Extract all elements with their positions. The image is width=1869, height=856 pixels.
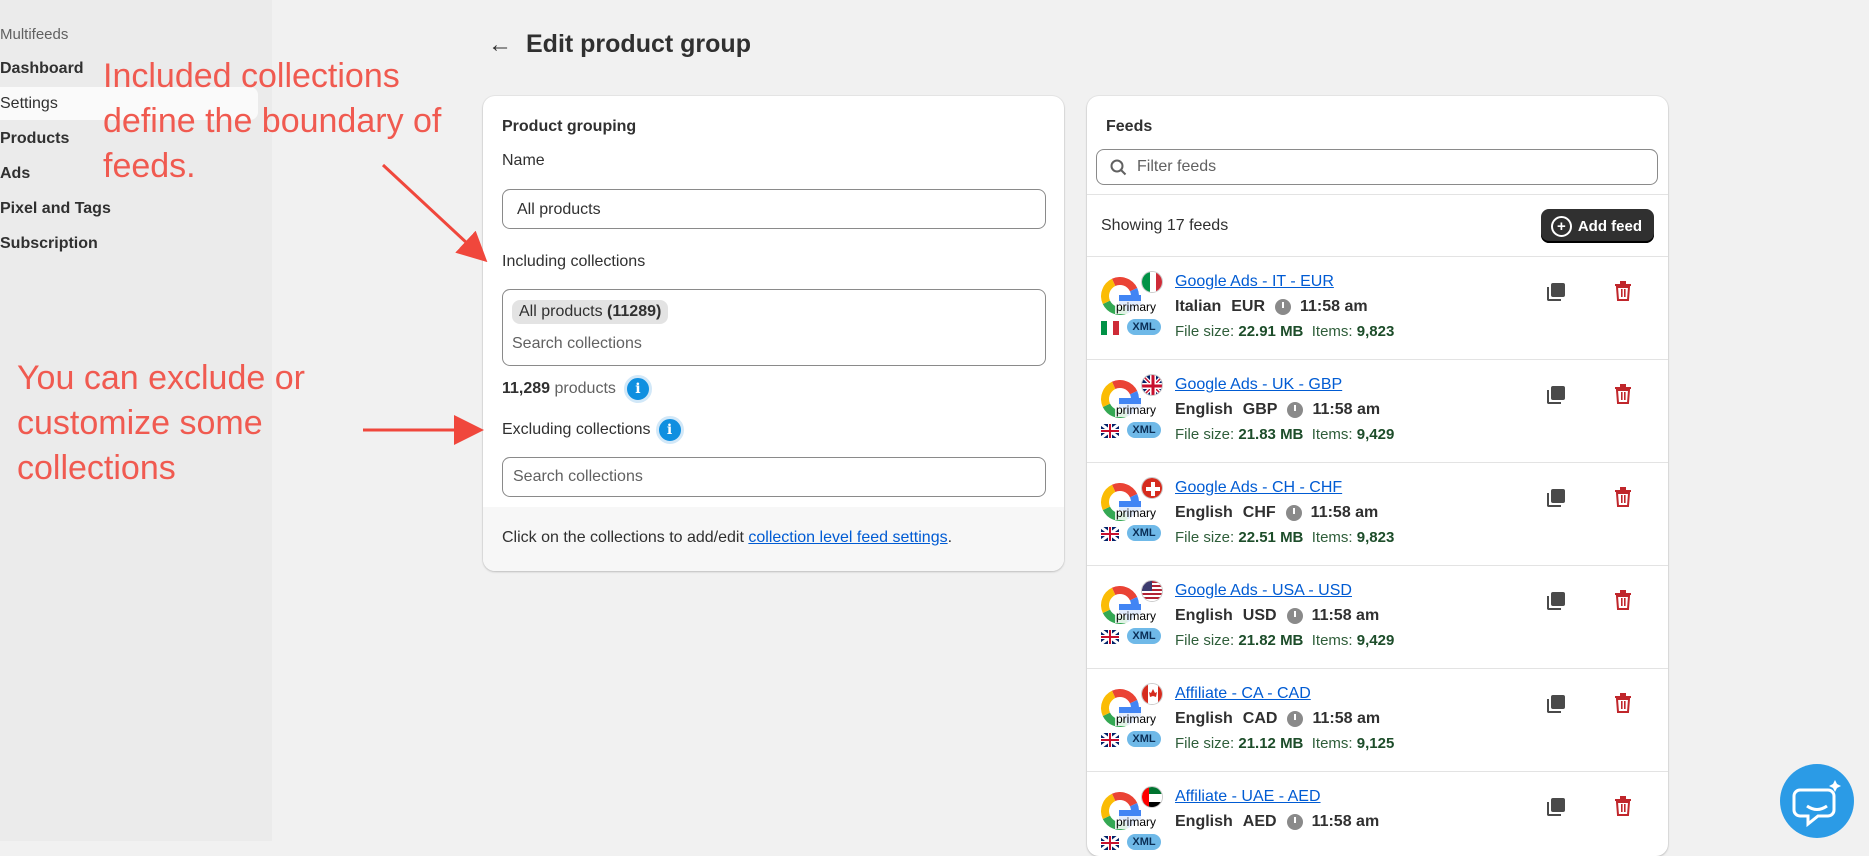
chat-support-button[interactable] — [1780, 764, 1854, 838]
annotation-arrows — [363, 163, 488, 445]
chat-icon — [1792, 780, 1841, 828]
arrow-to-including — [381, 163, 488, 263]
